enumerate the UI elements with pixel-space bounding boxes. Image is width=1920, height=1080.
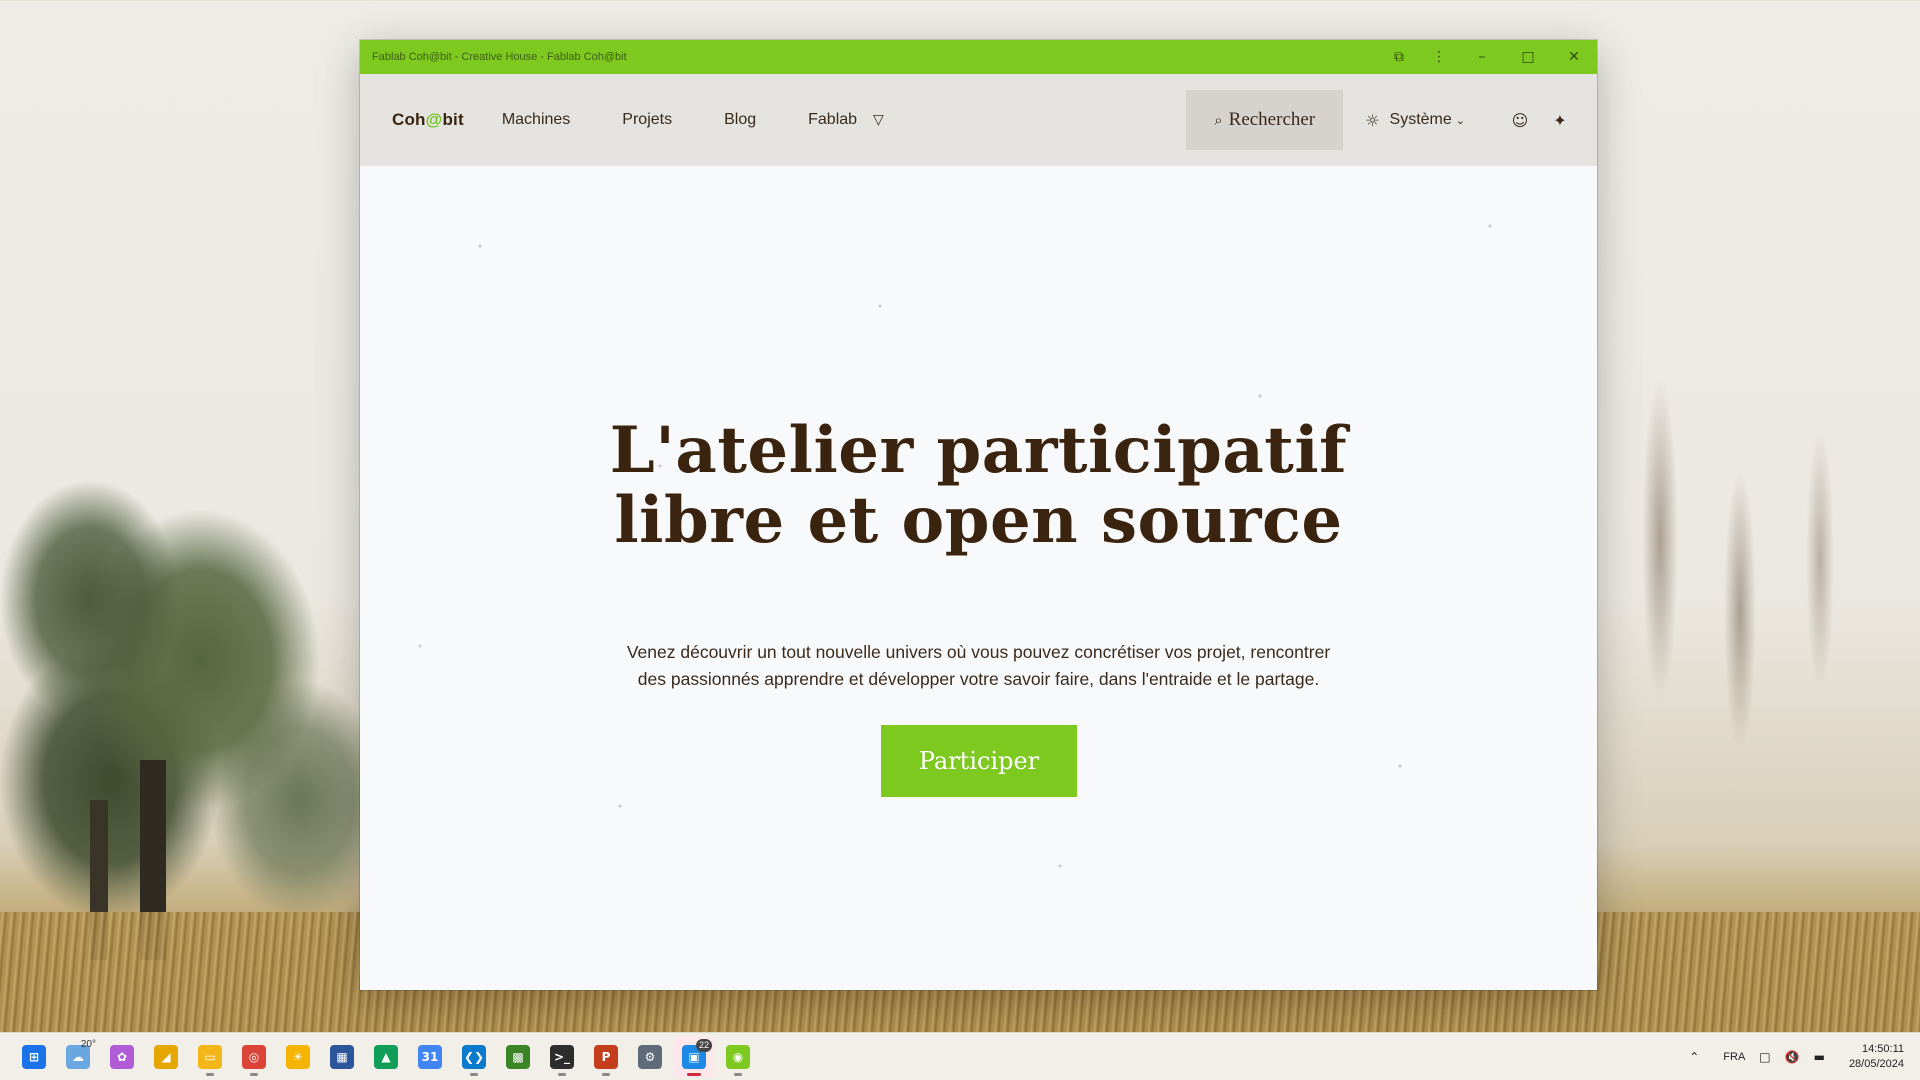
search-icon: ⌕: [1214, 111, 1223, 129]
cohabit-app-icon: ◉: [726, 1044, 750, 1069]
windows-start-icon: ⊞: [22, 1044, 46, 1069]
minimize-button[interactable]: –: [1459, 40, 1505, 74]
participer-button[interactable]: Participer: [881, 725, 1077, 797]
fablab-dropdown-caret-icon[interactable]: ▽: [873, 112, 884, 128]
taskbar-app-vscode[interactable]: ❮❯: [454, 1037, 494, 1077]
taskbar-app-copilot[interactable]: ✿: [102, 1037, 142, 1077]
nav-link-projets[interactable]: Projets: [622, 111, 672, 129]
drive-icon: ▲: [374, 1044, 398, 1069]
taskbar-app-teams[interactable]: ▣ 22: [674, 1036, 714, 1077]
hero-title: L'atelier participatif libre et open sou…: [360, 416, 1597, 556]
battery-icon[interactable]: ▬: [1814, 1050, 1825, 1064]
chevron-down-icon: ⌄: [1455, 113, 1465, 127]
taskbar-app-minecraft[interactable]: ▩: [498, 1037, 538, 1077]
taskbar-app-calendar[interactable]: 31: [410, 1037, 450, 1077]
powerpoint-icon: P: [594, 1044, 618, 1069]
clock-time: 14:50:11: [1861, 1043, 1904, 1055]
hero-subtitle-line-2: des passionnés apprendre et développer v…: [637, 669, 1320, 689]
browser-menu-icon[interactable]: ⋮: [1419, 40, 1459, 74]
running-indicator: [687, 1072, 701, 1076]
running-indicator: [734, 1072, 742, 1076]
nav-link-fablab[interactable]: Fablab: [808, 111, 857, 129]
calendar-icon: 31: [418, 1044, 442, 1069]
wallpaper-reeds: [1620, 380, 1880, 920]
taskbar: ⊞ ☁ 20° ✿ ◢ ▭ ◎ ☀ ▦ ▲ 31 ❮❯ ▩ >_ P ⚙ ▣ 22 ◉ ⌃ FRA □ 🔇 ▬ 14…: [0, 1032, 1920, 1080]
logo-suffix: bit: [442, 110, 464, 129]
theme-selector[interactable]: ☼ Système ⌄: [1365, 111, 1465, 130]
search-button[interactable]: ⌕ Rechercher: [1186, 90, 1344, 150]
running-indicator: [250, 1072, 258, 1076]
sun-icon: ☼: [1365, 110, 1380, 130]
search-button-label: Rechercher: [1228, 109, 1316, 130]
running-indicator: [558, 1072, 566, 1076]
tray-overflow-chevron-icon[interactable]: ⌃: [1689, 1050, 1699, 1064]
hero-title-line-2: libre et open source: [614, 483, 1343, 558]
keep-icon: ☀: [286, 1044, 310, 1069]
logo-prefix: Coh: [392, 110, 426, 129]
nav-right-group: ⌕ Rechercher ☼ Système ⌄ ☺ ✦: [1186, 74, 1575, 166]
hero-subtitle: Venez découvrir un tout nouvelle univers…: [560, 639, 1397, 693]
settings-icon: ⚙: [638, 1044, 662, 1069]
taskbar-app-settings[interactable]: ⚙: [630, 1037, 670, 1077]
notification-badge: 22: [695, 1038, 712, 1052]
taskbar-app-windows-start[interactable]: ⊞: [14, 1037, 54, 1077]
nav-links: Machines Projets Blog Fablab ▽: [502, 111, 884, 129]
system-tray: ⌃ FRA □ 🔇 ▬ 14:50:11 28/05/2024: [1675, 1033, 1904, 1080]
running-indicator: [206, 1072, 214, 1076]
maximize-button[interactable]: □: [1505, 40, 1551, 74]
theme-selector-label: Système: [1389, 111, 1452, 128]
clock-date: 28/05/2024: [1848, 1058, 1904, 1070]
taskbar-clock[interactable]: 14:50:11 28/05/2024: [1849, 1042, 1904, 1072]
taskbar-app-chrome[interactable]: ◎: [234, 1037, 274, 1077]
weather-temperature: 20°: [80, 1038, 96, 1050]
logo-at-sign: @: [425, 110, 443, 129]
hero-title-line-1: L'atelier participatif: [609, 413, 1348, 488]
taskbar-app-sticky-notes[interactable]: ◢: [146, 1037, 186, 1077]
network-icon[interactable]: □: [1759, 1050, 1770, 1064]
window-titlebar[interactable]: Fablab Coh@bit - Creative House - Fablab…: [360, 40, 1597, 74]
nav-link-blog[interactable]: Blog: [724, 111, 756, 129]
terminal-icon: >_: [550, 1044, 574, 1069]
taskbar-app-file-explorer[interactable]: ▭: [190, 1037, 230, 1077]
window-title: Fablab Coh@bit - Creative House - Fablab…: [372, 51, 627, 63]
input-language[interactable]: FRA: [1723, 1051, 1745, 1063]
site-navbar: Coh@bit Machines Projets Blog Fablab ▽ ⌕…: [360, 74, 1597, 166]
taskbar-app-weather[interactable]: ☁ 20°: [58, 1037, 98, 1077]
taskbar-app-store[interactable]: ▦: [322, 1037, 362, 1077]
user-icon[interactable]: ☺: [1505, 111, 1535, 130]
chrome-icon: ◎: [242, 1044, 266, 1069]
sparkle-icon[interactable]: ✦: [1545, 111, 1575, 130]
taskbar-app-cohabit-app[interactable]: ◉: [718, 1037, 758, 1077]
store-icon: ▦: [330, 1044, 354, 1069]
running-indicator: [602, 1072, 610, 1076]
taskbar-apps: ⊞ ☁ 20° ✿ ◢ ▭ ◎ ☀ ▦ ▲ 31 ❮❯ ▩ >_ P ⚙ ▣ 22 ◉: [14, 1036, 762, 1077]
extensions-icon[interactable]: ⧉: [1379, 40, 1419, 74]
running-indicator: [470, 1072, 478, 1076]
browser-window: Fablab Coh@bit - Creative House - Fablab…: [360, 40, 1597, 990]
window-controls: ⧉ ⋮ – □ ✕: [1379, 40, 1597, 74]
copilot-icon: ✿: [110, 1044, 134, 1069]
taskbar-app-drive[interactable]: ▲: [366, 1037, 406, 1077]
vscode-icon: ❮❯: [462, 1044, 486, 1069]
close-button[interactable]: ✕: [1551, 40, 1597, 74]
hero-section: L'atelier participatif libre et open sou…: [360, 166, 1597, 990]
site-logo[interactable]: Coh@bit: [392, 110, 464, 130]
taskbar-app-terminal[interactable]: >_: [542, 1037, 582, 1077]
minecraft-icon: ▩: [506, 1044, 530, 1069]
hero-subtitle-line-1: Venez découvrir un tout nouvelle univers…: [626, 642, 1331, 662]
sticky-notes-icon: ◢: [154, 1044, 178, 1069]
taskbar-app-powerpoint[interactable]: P: [586, 1037, 626, 1077]
file-explorer-icon: ▭: [198, 1044, 222, 1069]
nav-link-machines[interactable]: Machines: [502, 111, 570, 129]
taskbar-app-keep[interactable]: ☀: [278, 1037, 318, 1077]
volume-muted-icon[interactable]: 🔇: [1785, 1050, 1800, 1064]
